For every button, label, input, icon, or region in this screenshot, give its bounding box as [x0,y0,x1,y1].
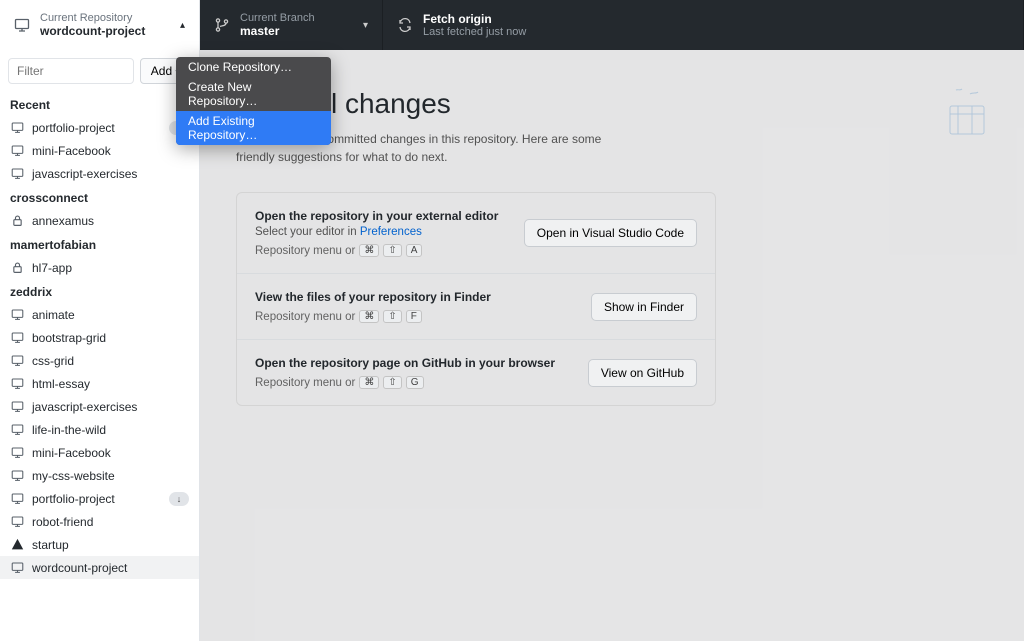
lock-icon [10,261,24,275]
monitor-icon [10,167,24,181]
repo-item[interactable]: startup [0,533,199,556]
repo-name: robot-friend [32,515,93,529]
repo-name: life-in-the-wild [32,423,106,437]
monitor-icon [10,121,24,135]
card-shortcut: Repository menu or ⌘ ⇧ G [255,376,588,389]
current-repository-selector[interactable]: Current Repository wordcount-project ▴ [0,0,200,50]
repo-name: javascript-exercises [32,167,137,181]
chevron-down-icon: ▾ [363,20,368,31]
fetch-label: Fetch origin [423,12,526,26]
repo-item[interactable]: robot-friend [0,510,199,533]
monitor-icon [10,561,24,575]
repo-name: my-css-website [32,469,115,483]
repo-name: portfolio-project [32,121,115,135]
section-header: crossconnect [0,185,199,209]
card-title: View the files of your repository in Fin… [255,290,591,304]
card-action-button[interactable]: View on GitHub [588,359,697,387]
monitor-icon [10,423,24,437]
chevron-up-icon: ▴ [180,20,185,31]
illustration-icon [928,84,998,139]
filter-input[interactable] [8,58,134,84]
branch-icon [214,17,230,33]
add-dropdown-menu: Clone Repository… Create New Repository…… [176,57,331,145]
repo-name: animate [32,308,75,322]
card-title: Open the repository in your external edi… [255,209,524,223]
repo-value: wordcount-project [40,24,145,38]
monitor-icon [10,308,24,322]
suggestion-card: Open the repository page on GitHub in yo… [237,340,715,405]
monitor-icon [10,469,24,483]
repo-item[interactable]: mini-Facebook [0,139,199,162]
monitor-icon [10,446,24,460]
monitor-icon [10,331,24,345]
page-title: No local changes [236,88,988,120]
card-title: Open the repository page on GitHub in yo… [255,356,588,370]
card-subtitle: Select your editor in Preferences [255,226,524,238]
repo-label: Current Repository [40,12,145,24]
section-header: zeddrix [0,279,199,303]
repo-name: css-grid [32,354,74,368]
fetch-origin-button[interactable]: Fetch origin Last fetched just now [383,0,1024,50]
repo-name: wordcount-project [32,561,127,575]
repo-item[interactable]: life-in-the-wild [0,418,199,441]
suggestion-card: Open the repository in your external edi… [237,193,715,274]
repo-name: mini-Facebook [32,446,111,460]
monitor-icon [14,17,30,33]
monitor-icon [10,400,24,414]
fetch-value: Last fetched just now [423,26,526,38]
lock-icon [10,214,24,228]
repo-item[interactable]: hl7-app [0,256,199,279]
repo-name: html-essay [32,377,90,391]
repo-item[interactable]: annexamus [0,209,199,232]
repo-name: portfolio-project [32,492,115,506]
card-action-button[interactable]: Open in Visual Studio Code [524,219,697,247]
repo-item[interactable]: animate [0,303,199,326]
card-shortcut: Repository menu or ⌘ ⇧ A [255,244,524,257]
sync-icon [397,17,413,33]
warning-icon [10,538,24,552]
branch-value: master [240,24,315,38]
repo-item[interactable]: mini-Facebook [0,441,199,464]
repo-name: annexamus [32,214,94,228]
repo-item[interactable]: portfolio-project ↓ [0,487,199,510]
repo-item[interactable]: my-css-website [0,464,199,487]
repo-item[interactable]: css-grid [0,349,199,372]
section-header: Recent [0,92,199,116]
dropdown-item-add-existing[interactable]: Add Existing Repository… [176,111,331,145]
pull-badge-icon: ↓ [169,492,189,506]
monitor-icon [10,377,24,391]
repo-item[interactable]: portfolio-project ↓ [0,116,199,139]
dropdown-item-clone[interactable]: Clone Repository… [176,57,331,77]
preferences-link[interactable]: Preferences [360,226,422,238]
branch-label: Current Branch [240,12,315,24]
monitor-icon [10,492,24,506]
repository-sidebar: Add ▾ Recent portfolio-project ↓ mini-Fa… [0,50,200,641]
repo-item[interactable]: wordcount-project [0,556,199,579]
monitor-icon [10,515,24,529]
repo-item[interactable]: javascript-exercises [0,395,199,418]
card-action-button[interactable]: Show in Finder [591,293,697,321]
monitor-icon [10,144,24,158]
repo-item[interactable]: javascript-exercises [0,162,199,185]
monitor-icon [10,354,24,368]
repo-item[interactable]: bootstrap-grid [0,326,199,349]
dropdown-item-create[interactable]: Create New Repository… [176,77,331,111]
suggestion-card: View the files of your repository in Fin… [237,274,715,340]
repo-name: bootstrap-grid [32,331,106,345]
current-branch-selector[interactable]: Current Branch master ▾ [200,0,383,50]
repo-name: hl7-app [32,261,72,275]
card-shortcut: Repository menu or ⌘ ⇧ F [255,310,591,323]
repo-name: javascript-exercises [32,400,137,414]
repo-name: startup [32,538,69,552]
repo-item[interactable]: html-essay [0,372,199,395]
repo-name: mini-Facebook [32,144,111,158]
section-header: mamertofabian [0,232,199,256]
